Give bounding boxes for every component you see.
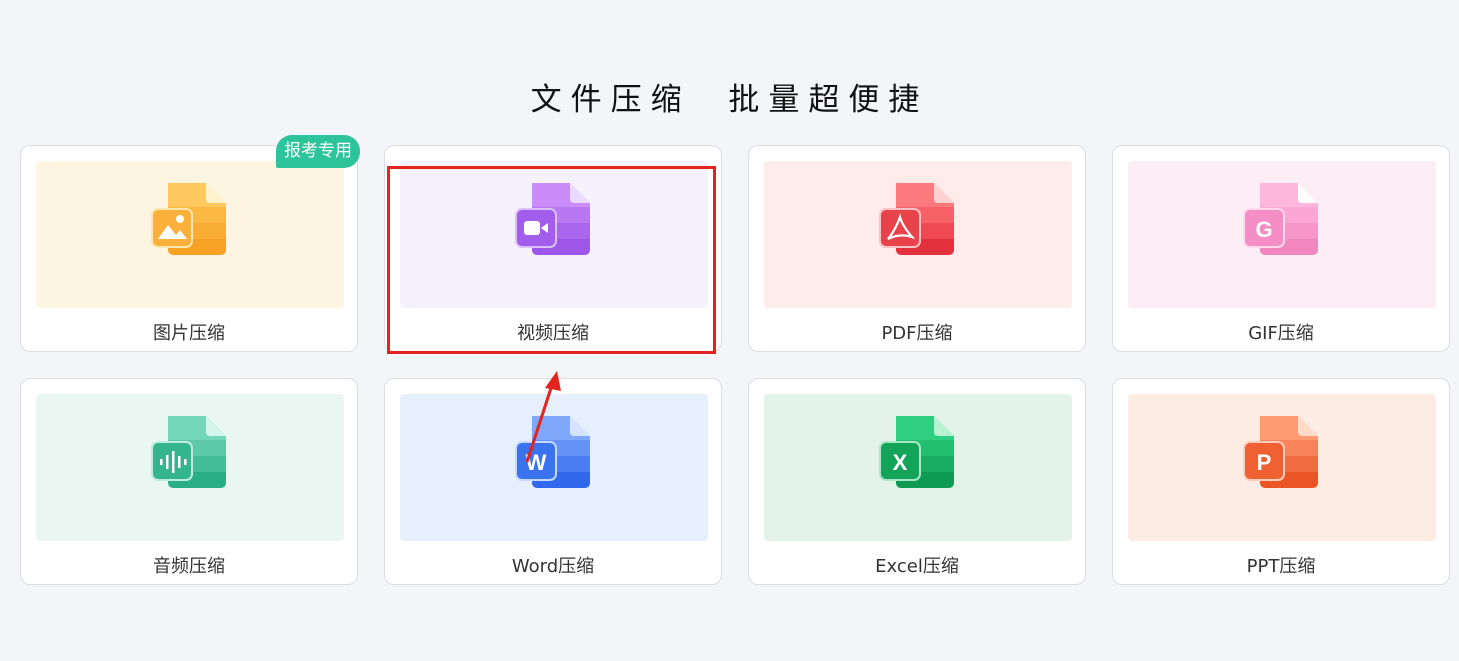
card-label: 图片压缩 <box>153 323 225 344</box>
excel-file-icon: X <box>879 416 954 488</box>
card-ppt-compress[interactable]: P PPT压缩 <box>1112 378 1450 585</box>
card-label: 音频压缩 <box>153 556 225 577</box>
card-label: GIF压缩 <box>1248 323 1314 344</box>
ppt-file-icon: P <box>1243 416 1318 488</box>
audio-file-icon <box>151 416 226 488</box>
card-pdf-compress[interactable]: PDF压缩 <box>748 145 1086 352</box>
card-label: 视频压缩 <box>517 323 589 344</box>
card-label: PDF压缩 <box>881 323 953 344</box>
gif-file-icon: G <box>1243 183 1318 255</box>
card-image-compress[interactable]: 图片压缩 <box>20 145 358 352</box>
card-audio-compress[interactable]: 音频压缩 <box>20 378 358 585</box>
video-file-icon <box>515 183 590 255</box>
page-title: 文件压缩 批量超便捷 <box>530 82 929 118</box>
word-file-icon: W <box>515 416 590 488</box>
svg-text:G: G <box>1255 217 1272 242</box>
svg-text:W: W <box>526 450 547 475</box>
exam-badge: 报考专用 <box>276 135 360 168</box>
card-video-compress[interactable]: 视频压缩 <box>384 145 722 352</box>
compression-page: 文件压缩 批量超便捷 图片压缩 视频压缩 PDF压缩 G GIF压缩 音频压缩 … <box>0 0 1459 661</box>
card-label: Word压缩 <box>511 556 595 577</box>
card-label: Excel压缩 <box>875 556 959 577</box>
card-word-compress[interactable]: W Word压缩 <box>384 378 722 585</box>
card-excel-compress[interactable]: X Excel压缩 <box>748 378 1086 585</box>
pdf-file-icon <box>879 183 954 255</box>
image-file-icon <box>151 183 226 255</box>
card-gif-compress[interactable]: G GIF压缩 <box>1112 145 1450 352</box>
card-label: PPT压缩 <box>1246 556 1316 577</box>
svg-text:X: X <box>893 450 908 475</box>
svg-text:P: P <box>1257 450 1272 475</box>
